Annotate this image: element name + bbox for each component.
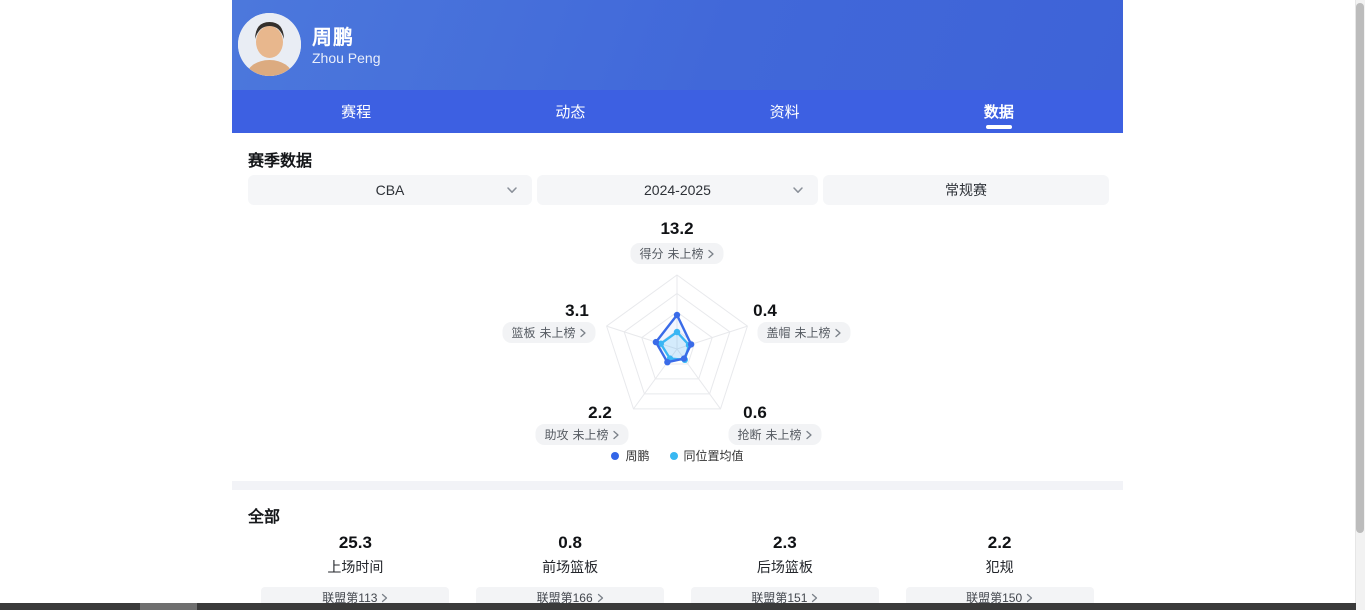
player-avatar	[238, 13, 301, 76]
rank-label: 未上榜	[766, 426, 802, 443]
tab-profile-label: 资料	[770, 101, 800, 122]
radar-rank-block[interactable]: 盖帽 未上榜	[757, 322, 850, 343]
tab-data[interactable]: 数据	[892, 90, 1106, 133]
radar-value-block: 0.4	[753, 301, 777, 321]
axis-label: 盖帽	[766, 324, 790, 341]
vertical-scrollbar-thumb[interactable]	[1356, 3, 1364, 533]
section-title-all: 全部	[248, 503, 280, 527]
axis-label: 得分	[639, 245, 663, 262]
season-select-value: 2024-2025	[644, 182, 711, 198]
rank-label: 未上榜	[795, 324, 831, 341]
filter-row: CBA 2024-2025 常规赛	[248, 175, 1109, 205]
chevron-right-icon	[806, 430, 813, 440]
chevron-right-icon	[835, 328, 842, 338]
rank-label: 未上榜	[573, 426, 609, 443]
chevron-right-icon	[708, 249, 715, 259]
radar-rank-score[interactable]: 得分 未上榜	[630, 243, 723, 264]
chevron-right-icon	[613, 430, 620, 440]
browser-viewport: 周鹏 Zhou Peng 赛程 动态 资料 数据 赛季数据 CBA 2024-2…	[0, 0, 1365, 610]
stat-value: 0.8	[463, 533, 678, 553]
chevron-right-icon	[811, 593, 818, 603]
radar-rank-steal[interactable]: 抢断 未上榜	[728, 424, 821, 445]
player-header: 周鹏 Zhou Peng	[232, 0, 1123, 90]
stat-col-minutes: 25.3 上场时间 联盟第113	[248, 533, 463, 608]
stat-value: 25.3	[248, 533, 463, 553]
stat-label: 上场时间	[248, 557, 463, 577]
stat-value: 2.3	[678, 533, 893, 553]
stat-label: 后场篮板	[678, 557, 893, 577]
radar-rank-rebound[interactable]: 篮板 未上榜	[502, 322, 595, 343]
tab-schedule[interactable]: 赛程	[249, 90, 463, 133]
tab-schedule-label: 赛程	[341, 101, 371, 122]
legend-label: 同位置均值	[684, 447, 744, 464]
chevron-down-icon	[792, 184, 804, 196]
stat-col-fouls: 2.2 犯规 联盟第150	[892, 533, 1107, 608]
chevron-down-icon	[506, 184, 518, 196]
tab-bar: 赛程 动态 资料 数据	[232, 90, 1123, 133]
radar-value-score: 13.2	[660, 219, 693, 239]
legend-label: 周鹏	[625, 447, 649, 464]
stat-label: 前场篮板	[463, 557, 678, 577]
axis-label: 助攻	[544, 426, 568, 443]
chevron-right-icon	[1026, 593, 1033, 603]
rank-label: 未上榜	[540, 324, 576, 341]
player-data-page: 周鹏 Zhou Peng 赛程 动态 资料 数据 赛季数据 CBA 2024-2…	[232, 0, 1123, 610]
chart-legend: 周鹏 同位置均值	[232, 447, 1123, 464]
avatar-photo-placeholder	[238, 13, 301, 76]
league-select[interactable]: CBA	[248, 175, 532, 205]
all-stats-grid: 25.3 上场时间 联盟第113 0.8 前场篮板 联盟第166 2.3 后场篮…	[248, 533, 1107, 608]
stat-value: 2.2	[892, 533, 1107, 553]
stat-col-offensive-rebounds: 0.8 前场篮板 联盟第166	[463, 533, 678, 608]
chevron-right-icon	[381, 593, 388, 603]
tab-profile[interactable]: 资料	[678, 90, 892, 133]
tab-news-label: 动态	[555, 101, 585, 122]
radar-value-assist: 2.2	[588, 403, 612, 423]
horizontal-scrollbar-track[interactable]	[0, 603, 1356, 610]
stat-col-defensive-rebounds: 2.3 后场篮板 联盟第151	[678, 533, 893, 608]
stage-select[interactable]: 常规赛	[823, 175, 1109, 205]
player-name: 周鹏	[312, 21, 354, 50]
section-divider	[232, 481, 1123, 490]
player-name-en: Zhou Peng	[312, 50, 381, 66]
chevron-right-icon	[597, 593, 604, 603]
radar-value-steal: 0.6	[743, 403, 767, 423]
horizontal-scrollbar-thumb[interactable]	[140, 603, 197, 610]
axis-label: 篮板	[511, 324, 535, 341]
legend-item-position-average[interactable]: 同位置均值	[670, 447, 744, 464]
chevron-right-icon	[580, 328, 587, 338]
rank-label: 未上榜	[668, 245, 704, 262]
radar-value-rebound: 3.1	[565, 301, 589, 321]
tab-data-label: 数据	[984, 101, 1014, 122]
active-tab-indicator	[986, 125, 1012, 129]
radar-rank-assist[interactable]: 助攻 未上榜	[535, 424, 628, 445]
section-title-season: 赛季数据	[248, 147, 312, 171]
axis-label: 抢断	[737, 426, 761, 443]
tab-news[interactable]: 动态	[463, 90, 677, 133]
legend-dot-icon	[611, 452, 619, 460]
stat-label: 犯规	[892, 557, 1107, 577]
legend-dot-icon	[670, 452, 678, 460]
season-select[interactable]: 2024-2025	[537, 175, 818, 205]
legend-item-player[interactable]: 周鹏	[611, 447, 649, 464]
stage-select-value: 常规赛	[945, 180, 987, 200]
league-select-value: CBA	[376, 182, 405, 198]
